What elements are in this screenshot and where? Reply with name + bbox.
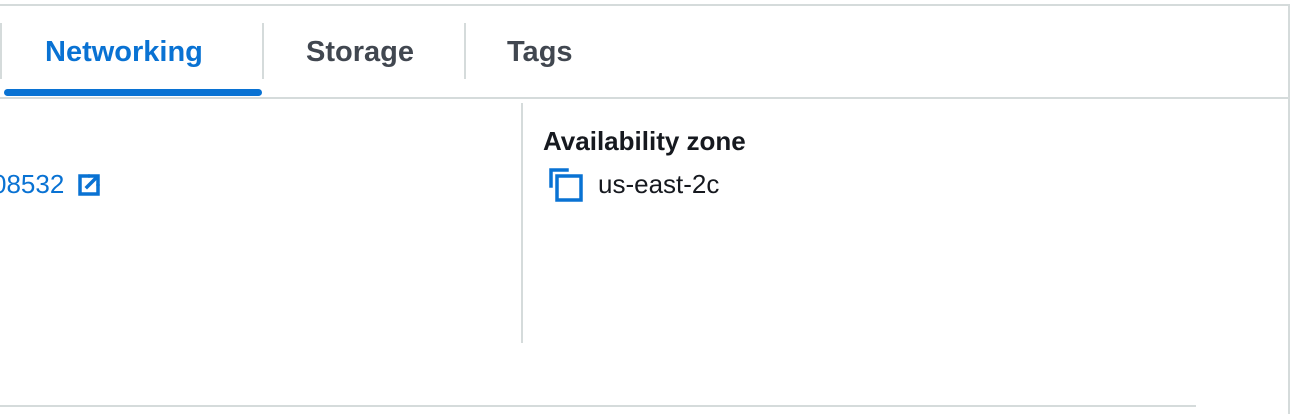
tab-separator <box>262 23 264 79</box>
tab-storage[interactable]: Storage <box>306 30 414 74</box>
availability-zone-value: us-east-2c <box>598 169 720 199</box>
availability-zone-label: Availability zone <box>543 126 746 156</box>
tab-separator <box>0 23 2 79</box>
tab-separator <box>464 23 466 79</box>
tab-networking[interactable]: Networking <box>45 30 203 74</box>
tab-tags[interactable]: Tags <box>507 30 573 74</box>
tabs-divider <box>0 97 1290 99</box>
details-panel: Networking Storage Tags 08532 Availabili… <box>0 0 1298 414</box>
active-tab-indicator <box>4 89 262 96</box>
panel-bottom-border <box>0 405 1196 407</box>
copy-icon[interactable] <box>547 166 585 204</box>
resource-link-text[interactable]: 08532 <box>0 166 64 202</box>
panel-right-border <box>1288 4 1290 414</box>
panel-top-border <box>0 4 1290 6</box>
resource-link[interactable]: 08532 <box>0 166 102 202</box>
column-separator <box>521 103 523 343</box>
external-link-icon <box>76 171 102 197</box>
